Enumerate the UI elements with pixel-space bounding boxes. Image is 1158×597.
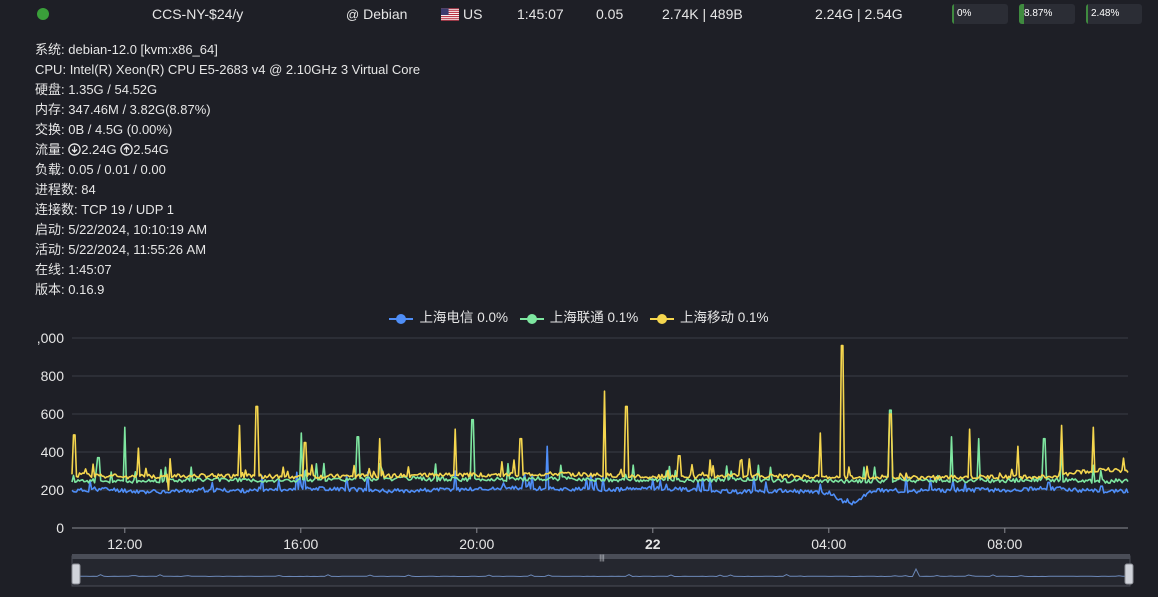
detail-cpu: CPU: Intel(R) Xeon(R) CPU E5-2683 v4 @ 2… [35, 62, 421, 77]
country-cell: US [441, 6, 482, 22]
y-tick-label: 200 [41, 482, 65, 498]
detail-value: 1.35G / 54.52G [68, 82, 158, 97]
legend-item-telecom[interactable]: 上海电信 0.0% [389, 306, 508, 326]
detail-key: 连接数 [35, 202, 75, 217]
y-tick-label: 0 [56, 520, 64, 536]
detail-disk: 硬盘: 1.35G / 54.52G [35, 82, 158, 97]
detail-key: 进程数 [35, 182, 75, 197]
disk-meter: 2.48% [1086, 4, 1142, 24]
detail-key: 负载 [35, 162, 62, 177]
cpu-meter-label: 0% [957, 8, 972, 19]
os-cell: @ Debian [346, 6, 407, 22]
memory-meter: 8.87% [1019, 4, 1075, 24]
detail-value: 1:45:07 [68, 262, 112, 277]
detail-connections: 连接数: TCP 19 / UDP 1 [35, 202, 174, 217]
detail-system: 系统: debian-12.0 [kvm:x86_64] [35, 42, 218, 57]
detail-swap: 交换: 0B / 4.5G (0.00%) [35, 122, 173, 137]
x-tick-label: 16:00 [283, 536, 318, 552]
detail-load: 负载: 0.05 / 0.01 / 0.00 [35, 162, 166, 177]
detail-value: 0.05 / 0.01 / 0.00 [68, 162, 166, 177]
series-line-mobile [71, 344, 1129, 491]
cpu-meter: 0% [952, 4, 1008, 24]
detail-value: 347.46M / 3.82G(8.87%) [68, 102, 211, 117]
detail-traffic: 流量: 2.24G 2.54G [35, 142, 169, 157]
detail-value: TCP 19 / UDP 1 [81, 202, 174, 217]
detail-value: 5/22/2024, 10:10:19 AM [68, 222, 208, 237]
detail-version: 版本: 0.16.9 [35, 282, 105, 297]
x-tick-label: 04:00 [811, 536, 846, 552]
detail-key: 版本 [35, 282, 62, 297]
legend-item-mobile[interactable]: 上海移动 0.1% [650, 306, 769, 326]
x-tick-label: 08:00 [987, 536, 1022, 552]
memory-meter-label: 8.87% [1024, 8, 1053, 19]
zoom-handle-left [71, 563, 81, 585]
detail-key: 交换 [35, 122, 62, 137]
zoom-drag-handle: ||| [599, 555, 605, 562]
uptime-value: 1:45:07 [517, 6, 564, 22]
country-code: US [463, 6, 483, 22]
zoom-handle-right [1124, 563, 1134, 585]
legend-label: 上海移动 0.1% [680, 310, 769, 325]
os-name: Debian [363, 6, 408, 22]
x-tick-label: 12:00 [107, 536, 142, 552]
x-tick-label: 20:00 [459, 536, 494, 552]
server-details: 系统: debian-12.0 [kvm:x86_64] CPU: Intel(… [35, 40, 420, 300]
detail-value: Intel(R) Xeon(R) CPU E5-2683 v4 @ 2.10GH… [69, 62, 421, 77]
detail-key: 启动 [35, 222, 62, 237]
y-tick-label: 800 [41, 368, 65, 384]
network-speed-value: 2.74K | 489B [662, 6, 743, 22]
detail-key: 系统 [35, 42, 62, 57]
disk-meter-fill [1086, 4, 1089, 24]
detail-online: 在线: 1:45:07 [35, 262, 112, 277]
legend-marker-telecom [389, 314, 414, 324]
traffic-upload-value: 2.54G [133, 142, 169, 157]
latency-chart[interactable]: 0 200 400 600 800 ,000 12:00 16:00 20:00 22 04:00 0… [0, 328, 1158, 597]
legend-item-unicom[interactable]: 上海联通 0.1% [519, 306, 639, 326]
detail-key: 流量 [35, 142, 62, 157]
traffic-download-value: 2.24G [81, 142, 117, 157]
detail-value: 0B / 4.5G (0.00%) [68, 122, 173, 137]
detail-processes: 进程数: 84 [35, 182, 96, 197]
detail-value: 5/22/2024, 11:55:26 AM [68, 242, 207, 257]
detail-value: 0.16.9 [68, 282, 105, 297]
upload-icon [120, 143, 134, 156]
detail-key: 活动 [35, 242, 62, 257]
legend-label: 上海联通 0.1% [549, 310, 639, 325]
us-flag-icon [441, 8, 459, 21]
chart-legend: 上海电信 0.0% 上海联通 0.1% 上海移动 0.1% [0, 306, 1158, 326]
legend-marker-unicom [519, 314, 544, 324]
detail-key: 内存 [35, 102, 62, 117]
detail-key: 在线 [35, 262, 62, 277]
detail-value: debian-12.0 [kvm:x86_64] [68, 42, 218, 57]
y-tick-label: 600 [41, 406, 65, 422]
debian-logo-icon: @ [346, 7, 360, 22]
detail-memory: 内存: 347.46M / 3.82G(8.87%) [35, 102, 211, 117]
online-status-dot [37, 8, 49, 20]
server-name: CCS-NY-$24/y [152, 6, 244, 22]
detail-value: 84 [81, 182, 96, 197]
x-tick-label: 22 [645, 536, 661, 552]
load-value: 0.05 [596, 6, 624, 22]
legend-label: 上海电信 0.0% [419, 310, 508, 325]
traffic-value: 2.24G | 2.54G [815, 6, 903, 22]
detail-key: 硬盘 [35, 82, 62, 97]
detail-last-active: 活动: 5/22/2024, 11:55:26 AM [35, 242, 207, 257]
legend-marker-mobile [650, 314, 675, 324]
y-tick-label: 400 [41, 444, 65, 460]
y-tick-label: ,000 [37, 330, 64, 346]
cpu-meter-fill [952, 4, 955, 24]
detail-key: CPU [35, 62, 63, 77]
download-icon [68, 143, 81, 156]
detail-boot-time: 启动: 5/22/2024, 10:10:19 AM [35, 222, 208, 237]
server-row[interactable]: CCS-NY-$24/y @ Debian US 1:45:07 0.05 2.… [0, 0, 1158, 30]
disk-meter-label: 2.48% [1091, 8, 1120, 19]
